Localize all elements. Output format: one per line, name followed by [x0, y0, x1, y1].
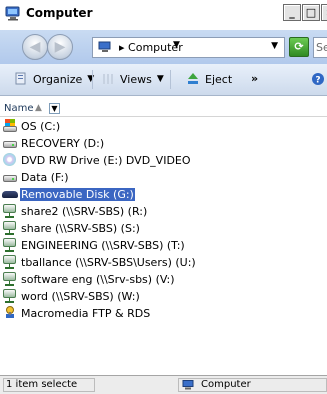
list-item-label: RECOVERY (D:) — [21, 136, 105, 150]
eject-label: Eject — [205, 72, 233, 86]
location-status: Computer — [178, 378, 327, 392]
more-commands-button[interactable]: » — [251, 72, 258, 85]
views-label: Views — [120, 72, 152, 86]
breadcrumb-dropdown-icon[interactable]: ▼ — [173, 40, 180, 50]
list-item-label: ENGINEERING (\\SRV-SBS) (T:) — [21, 238, 185, 252]
list-item-label: DVD RW Drive (E:) DVD_VIDEO — [21, 153, 191, 167]
dvd-drive-icon — [2, 153, 18, 167]
help-button[interactable]: ? — [311, 72, 327, 86]
status-bar: 1 item selecte Computer — [0, 375, 327, 394]
list-item[interactable]: share (\\SRV-SBS) (S:) — [2, 220, 141, 236]
help-icon: ? — [312, 73, 324, 86]
search-input[interactable]: Se — [313, 37, 327, 58]
forward-button[interactable]: ▶ — [47, 34, 73, 60]
window-title: Computer — [26, 6, 93, 20]
location-label: Computer — [201, 379, 251, 390]
list-item-label: Removable Disk (G:) — [20, 187, 135, 201]
list-item[interactable]: DVD RW Drive (E:) DVD_VIDEO — [2, 152, 192, 168]
forward-arrow-icon: ▶ — [54, 39, 66, 55]
views-icon — [103, 74, 113, 84]
views-button[interactable]: Views ▼ — [101, 72, 164, 86]
eject-icon — [188, 73, 198, 84]
network-drive-icon — [2, 221, 18, 235]
title-bar: Computer _ □ × — [0, 0, 327, 30]
list-item[interactable]: tballance (\\SRV-SBS\Users) (U:) — [2, 254, 197, 270]
list-item-label: OS (C:) — [21, 119, 61, 133]
computer-icon — [98, 41, 111, 52]
list-item[interactable]: RECOVERY (D:) — [2, 135, 105, 151]
command-bar: Organize ▼ Views ▼ Eject » ? — [0, 64, 327, 96]
hard-drive-icon — [2, 136, 18, 150]
column-header-name[interactable]: Name — [4, 103, 34, 114]
removable-disk-icon — [2, 187, 18, 201]
list-item[interactable]: share2 (\\SRV-SBS) (R:) — [2, 203, 148, 219]
maximize-icon: □ — [305, 6, 317, 19]
maximize-button[interactable]: □ — [302, 4, 320, 21]
list-item-label: word (\\SRV-SBS) (W:) — [21, 289, 140, 303]
minimize-button[interactable]: _ — [283, 4, 301, 21]
network-drive-icon — [2, 255, 18, 269]
search-placeholder: Se — [316, 41, 327, 54]
list-item[interactable]: Macromedia FTP & RDS — [2, 305, 151, 321]
list-item-label: share2 (\\SRV-SBS) (R:) — [21, 204, 148, 218]
toolbar-separator — [170, 70, 171, 89]
network-drive-icon — [2, 272, 18, 286]
eject-button[interactable]: Eject — [186, 72, 232, 86]
list-item[interactable]: Data (F:) — [2, 169, 70, 185]
ftp-icon — [2, 306, 18, 320]
computer-icon — [5, 6, 20, 21]
back-arrow-icon: ◀ — [29, 39, 41, 55]
network-drive-icon — [2, 238, 18, 252]
svg-text:?: ? — [315, 76, 320, 86]
refresh-button[interactable]: ⟳ — [289, 37, 309, 57]
close-icon: × — [322, 5, 327, 20]
close-button[interactable]: × — [321, 4, 327, 21]
organize-icon — [15, 72, 26, 85]
list-item[interactable]: OS (C:) — [2, 118, 61, 134]
computer-icon — [182, 380, 194, 390]
list-item[interactable]: ENGINEERING (\\SRV-SBS) (T:) — [2, 237, 186, 253]
chevron-down-icon: ▼ — [87, 74, 95, 84]
chevron-down-icon: ▼ — [156, 74, 164, 84]
toolbar-separator — [92, 70, 93, 89]
list-item-label: Data (F:) — [21, 170, 69, 184]
list-item[interactable]: word (\\SRV-SBS) (W:) — [2, 288, 141, 304]
minimize-icon: _ — [289, 6, 295, 19]
organize-label: Organize — [33, 72, 83, 86]
network-drive-icon — [2, 289, 18, 303]
list-item[interactable]: Removable Disk (G:) — [2, 186, 135, 202]
list-item-label: Macromedia FTP & RDS — [21, 306, 151, 320]
network-drive-icon — [2, 204, 18, 218]
selection-status: 1 item selecte — [3, 378, 95, 392]
list-item-label: share (\\SRV-SBS) (S:) — [21, 221, 140, 235]
list-item-label: software eng (\\Srv-sbs) (V:) — [21, 272, 175, 286]
column-filter-dropdown[interactable]: ▼ — [49, 103, 60, 114]
navigation-bar: ◀ ▶ ▸ Computer ▼ ▼ ⟳ Se — [0, 30, 327, 64]
window-controls: _ □ × — [283, 4, 327, 23]
refresh-icon: ⟳ — [294, 40, 304, 53]
list-item[interactable]: software eng (\\Srv-sbs) (V:) — [2, 271, 176, 287]
organize-button[interactable]: Organize ▼ — [14, 72, 94, 86]
list-item-label: tballance (\\SRV-SBS\Users) (U:) — [21, 255, 196, 269]
column-header-row: Name ▲ ▼ — [0, 102, 327, 117]
hard-drive-icon — [2, 170, 18, 184]
address-bar[interactable]: ▸ Computer ▼ ▼ — [92, 37, 285, 58]
address-dropdown-icon[interactable]: ▼ — [271, 41, 278, 51]
sort-ascending-icon[interactable]: ▲ — [35, 103, 42, 113]
chevron-right-icon: ▸ — [119, 41, 129, 54]
os-drive-icon — [2, 119, 18, 133]
more-commands-label: » — [251, 72, 259, 85]
back-button[interactable]: ◀ — [22, 34, 48, 60]
